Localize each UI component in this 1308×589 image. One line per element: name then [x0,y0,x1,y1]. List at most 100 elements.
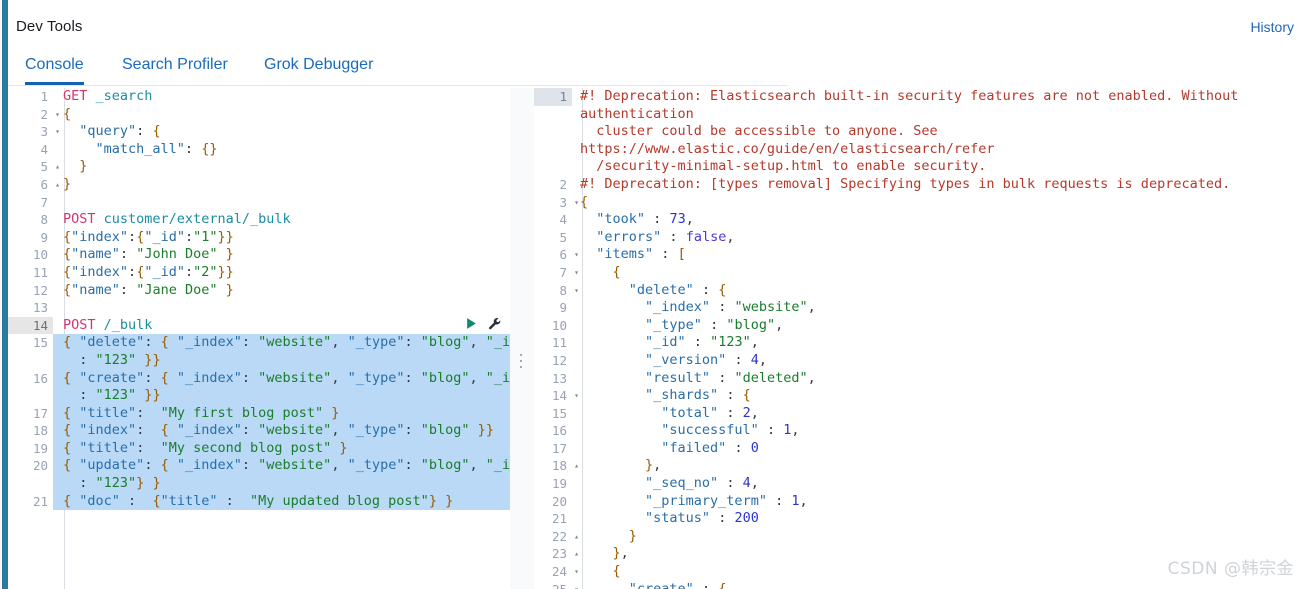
code-line[interactable]: 15 { "delete": { "_index": "website", "_t… [8,334,510,370]
line-number: 6 ▴ [8,176,59,194]
line-number: 19 [551,476,567,492]
code-line[interactable]: 18 { "index": { "_index": "website", "_ty… [8,422,510,440]
code-text: "_id" : "123", [645,334,759,351]
code-line: 21 "status" : 200 [534,510,1308,528]
splitter-dot [520,360,522,362]
code-text: GET _search [63,88,153,104]
line-number: 14 ▾ [534,387,579,405]
code-text: { "title": "My first blog post" } [53,404,510,423]
code-text: "delete" : { [628,281,727,298]
line-number: 17 [32,405,48,421]
line-number: 21 [32,493,48,509]
line-number: 25▾ [534,581,579,589]
watermark: CSDN @韩宗金 [1167,559,1294,579]
tab-search-profiler[interactable]: Search Profiler [122,56,228,74]
code-text: { [612,263,621,280]
code-text: {"name": "Jane Doe" } [63,281,234,298]
code-text: "_seq_no" : 4, [645,475,759,492]
code-text: } [628,527,637,544]
code-text: POST customer/external/_bulk [63,211,291,228]
code-line[interactable]: 17 { "title": "My first blog post" } [8,404,510,423]
code-text: "total" : 2, [661,404,759,421]
code-text: "result" : "deleted", [645,369,816,386]
code-line[interactable]: 9 {"index":{"_id":"1"}} [8,229,510,247]
line-number: 5 [559,229,567,245]
line-number: 14 [8,316,53,335]
line-number: 8 ▾ [534,282,578,300]
code-text: "items" : [ [596,246,686,263]
code-line: 16 "successful" : 1, [534,422,1308,440]
code-line[interactable]: 8 POST customer/external/_bulk [8,211,510,229]
code-line[interactable]: 14 POST /_bulk [8,316,510,336]
code-line: 11 "_id" : "123", [534,334,1308,352]
code-line[interactable]: 20 { "update": { "_index": "website", "_t… [8,457,510,493]
code-text: { [63,105,72,122]
tab-console[interactable]: Console [25,56,84,85]
code-line[interactable]: 13 [8,299,510,317]
editor-rows[interactable]: 1 GET _search 2 ▾{3 ▾ "query": {4 "match_all… [8,88,510,589]
tab-grok-debugger[interactable]: Grok Debugger [264,56,373,74]
line-number: 1 [40,89,48,104]
code-line[interactable]: 16 { "create": { "_index": "website", "_t… [8,369,510,405]
splitter-dot [520,366,522,368]
code-text: { "doc" : {"title" : "My updated blog po… [53,492,510,511]
line-number: 3 ▾ [8,123,59,141]
code-text: #! Deprecation: [types removal] Specifyi… [580,175,1231,192]
output-rows: 1 #! Deprecation: Elasticsearch built-in … [534,88,1308,589]
code-line: 12 "_version" : 4, [534,352,1308,370]
code-line[interactable]: 6 ▴} [8,176,510,194]
line-number: 18 [32,423,48,439]
code-line[interactable]: 7 [8,194,510,212]
response-output-editor: 1 #! Deprecation: Elasticsearch built-in … [534,88,1308,589]
line-number: 16 [32,370,48,386]
line-number: 20 [551,493,567,509]
line-number: 6 ▾ [534,246,578,264]
line-number: 10 [32,247,48,263]
code-line[interactable]: 2 ▾{ [8,106,510,124]
code-text: {"index":{"_id":"2"}} [63,263,234,280]
history-link[interactable]: History [1250,19,1294,35]
line-number: 10 [551,317,567,333]
code-line: 14 ▾ "_shards" : { [534,387,1308,405]
request-editor[interactable]: 1 GET _search 2 ▾{3 ▾ "query": {4 "match_all… [8,88,510,589]
code-text: { "index": { "_index": "website", "_type… [53,422,510,440]
code-text: "successful" : 1, [661,422,800,439]
code-line[interactable]: 12 {"name": "Jane Doe" } [8,282,510,300]
response-output-pane[interactable]: 1 #! Deprecation: Elasticsearch built-in … [534,88,1308,589]
code-line[interactable]: 4 "match_all": {} [8,141,510,159]
code-line: 9 "_index" : "website", [534,299,1308,317]
tab-bar-divider [8,85,788,86]
line-number: 1 [534,88,572,106]
code-text: { [580,193,589,210]
code-text: "_shards" : { [645,387,751,404]
app-header: Dev Tools History [8,0,1308,46]
line-number: 4 [40,141,48,157]
pane-splitter-handle[interactable] [517,350,525,372]
code-text: { "update": { "_index": "website", "_typ… [53,457,510,493]
code-text: "match_all": {} [95,140,218,157]
line-number: 9 [40,229,48,245]
play-request-icon[interactable] [465,317,478,336]
code-line[interactable]: 5 ▴ } [8,158,510,176]
code-line: 5 "errors" : false, [534,229,1308,247]
code-line: 4 "took" : 73, [534,211,1308,229]
code-line[interactable]: 19 { "title": "My second blog post" } [8,439,510,458]
code-line[interactable]: 1 GET _search [8,88,510,106]
request-editor-pane[interactable]: 1 GET _search 2 ▾{3 ▾ "query": {4 "match_all… [8,88,510,589]
code-line[interactable]: 21 { "doc" : {"title" : "My updated blog … [8,492,510,511]
code-line: 7 ▾ { [534,264,1308,282]
line-number: 18 ▴ [534,457,579,475]
line-number: 8 [40,212,48,228]
code-line[interactable]: 3 ▾ "query": { [8,123,510,141]
code-text: "_version" : 4, [645,351,767,368]
code-text: { "title": "My second blog post" } [53,439,510,458]
code-line[interactable]: 10 {"name": "John Doe" } [8,246,510,264]
code-line[interactable]: 11 {"index":{"_id":"2"}} [8,264,510,282]
code-line: 13 "result" : "deleted", [534,370,1308,388]
code-text: "errors" : false, [596,228,735,245]
line-number: 3 ▾ [534,194,578,212]
code-line: 8 ▾ "delete" : { [534,282,1308,300]
code-text: "_type" : "blog", [645,316,784,333]
line-number: 23 ▴ [534,545,579,563]
console-panes: 1 GET _search 2 ▾{3 ▾ "query": {4 "match_all… [8,88,1308,589]
